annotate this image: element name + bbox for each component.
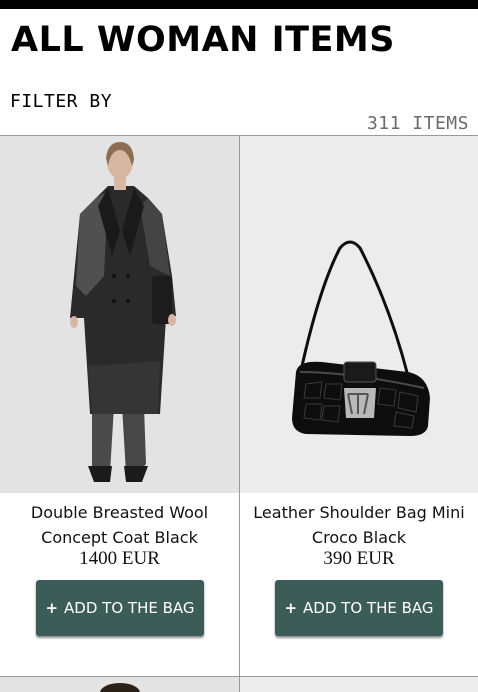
- filter-by-button[interactable]: FILTER BY: [10, 91, 112, 113]
- product-card-coat[interactable]: Double Breasted Wool Concept Coat Black …: [0, 136, 239, 676]
- add-to-bag-label: ADD TO THE BAG: [64, 599, 195, 617]
- item-count: 311 ITEMS: [366, 113, 469, 134]
- coat-photo[interactable]: [0, 136, 239, 493]
- product-price: 1400 EUR: [79, 548, 160, 569]
- product-name[interactable]: Leather Shoulder Bag Mini Croco Black: [246, 500, 472, 550]
- add-to-bag-button[interactable]: + ADD TO THE BAG: [36, 580, 204, 636]
- plus-icon: +: [45, 599, 59, 617]
- add-to-bag-label: ADD TO THE BAG: [303, 599, 434, 617]
- next-product-photo[interactable]: [0, 677, 239, 692]
- add-to-bag-button[interactable]: + ADD TO THE BAG: [275, 580, 443, 636]
- next-product-photo[interactable]: [240, 677, 478, 692]
- product-card-bag[interactable]: Leather Shoulder Bag Mini Croco Black 39…: [240, 136, 478, 676]
- product-price: 390 EUR: [323, 548, 395, 569]
- plus-icon: +: [284, 599, 298, 617]
- page-title: ALL WOMAN ITEMS: [11, 20, 395, 60]
- top-bar: [0, 0, 478, 9]
- bag-photo[interactable]: [240, 136, 478, 493]
- product-name[interactable]: Double Breasted Wool Concept Coat Black: [6, 500, 233, 550]
